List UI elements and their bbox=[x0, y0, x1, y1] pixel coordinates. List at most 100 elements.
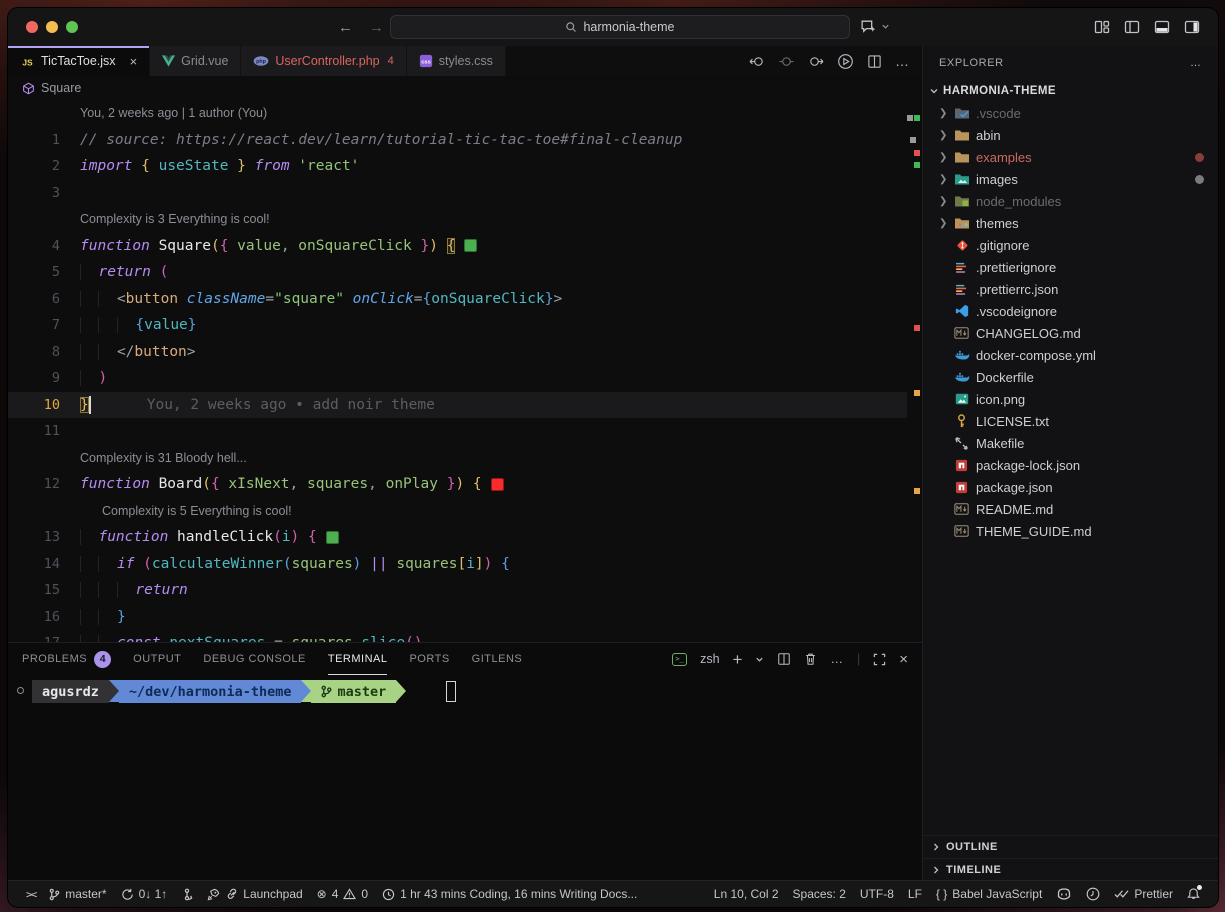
copilot-menu-button[interactable] bbox=[860, 18, 890, 35]
customize-layout-icon[interactable] bbox=[1094, 19, 1110, 35]
git-branch-status[interactable]: master* bbox=[42, 881, 113, 907]
file-tree-item-node_modules[interactable]: ❯node_modules bbox=[923, 190, 1218, 212]
breadcrumb[interactable]: Square bbox=[8, 76, 922, 100]
file-tree-item-CHANGELOG.md[interactable]: CHANGELOG.md bbox=[923, 322, 1218, 344]
file-tree-item-images[interactable]: ❯images bbox=[923, 168, 1218, 190]
copilot-status[interactable] bbox=[1049, 881, 1079, 907]
terminal-dropdown-icon[interactable] bbox=[755, 655, 764, 664]
close-tab-icon[interactable]: × bbox=[130, 54, 138, 69]
file-tree-item-LICENSE.txt[interactable]: LICENSE.txt bbox=[923, 410, 1218, 432]
panel-tab-gitlens[interactable]: GITLENS bbox=[472, 643, 523, 675]
command-center-search[interactable]: harmonia-theme bbox=[390, 15, 850, 39]
notifications-status[interactable] bbox=[1180, 881, 1207, 907]
code-line[interactable]: 5 return ( bbox=[8, 259, 907, 286]
minimize-window-button[interactable] bbox=[46, 21, 58, 33]
code-line[interactable]: 6 <button className="square" onClick={on… bbox=[8, 286, 907, 313]
file-tree-item-docker-compose.yml[interactable]: docker-compose.yml bbox=[923, 344, 1218, 366]
file-tree-item-package-lock.json[interactable]: package-lock.json bbox=[923, 454, 1218, 476]
file-tree-item-icon.png[interactable]: icon.png bbox=[923, 388, 1218, 410]
codelens-row[interactable]: Complexity is 31 Bloody hell... bbox=[8, 445, 907, 472]
prev-change-icon[interactable] bbox=[749, 54, 766, 69]
file-tree-item-Makefile[interactable]: Makefile bbox=[923, 432, 1218, 454]
kill-terminal-icon[interactable] bbox=[804, 652, 817, 666]
panel-tab-problems[interactable]: PROBLEMS4 bbox=[22, 643, 111, 675]
file-tree-item-.vscode[interactable]: ❯.vscode bbox=[923, 102, 1218, 124]
language-mode-status[interactable]: { }Babel JavaScript bbox=[929, 881, 1049, 907]
new-terminal-icon[interactable]: + bbox=[733, 651, 743, 668]
remote-indicator[interactable]: >< bbox=[19, 881, 42, 907]
overview-ruler[interactable] bbox=[907, 100, 922, 642]
explorer-section-timeline[interactable]: TIMELINE bbox=[923, 858, 1218, 880]
code-editor[interactable]: You, 2 weeks ago | 1 author (You)1// sou… bbox=[8, 100, 922, 642]
toggle-primary-sidebar-icon[interactable] bbox=[1124, 19, 1140, 35]
problems-status[interactable]: ⊗4 0 bbox=[310, 881, 375, 907]
screencast-status[interactable] bbox=[1079, 881, 1107, 907]
close-window-button[interactable] bbox=[26, 21, 38, 33]
command-decoration-icon[interactable] bbox=[17, 687, 24, 694]
code-line[interactable]: 17 const nextSquares = squares.slice() bbox=[8, 630, 907, 642]
file-tree-item-THEME_GUIDE.md[interactable]: THEME_GUIDE.md bbox=[923, 520, 1218, 542]
gitlens-status[interactable] bbox=[174, 881, 200, 907]
file-tree-item-.prettierrc.json[interactable]: .prettierrc.json bbox=[923, 278, 1218, 300]
code-line[interactable]: 7 {value} bbox=[8, 312, 907, 339]
toggle-panel-icon[interactable] bbox=[1154, 19, 1170, 35]
code-line[interactable]: 15 return bbox=[8, 577, 907, 604]
file-tree-item-.vscodeignore[interactable]: .vscodeignore bbox=[923, 300, 1218, 322]
code-line[interactable]: 4function Square({ value, onSquareClick … bbox=[8, 233, 907, 260]
toggle-secondary-sidebar-icon[interactable] bbox=[1184, 19, 1200, 35]
code-line[interactable]: 9 ) bbox=[8, 365, 907, 392]
close-panel-icon[interactable]: × bbox=[899, 651, 908, 668]
file-tree-item-package.json[interactable]: package.json bbox=[923, 476, 1218, 498]
terminal[interactable]: agusrdz ~/dev/harmonia-theme master bbox=[8, 675, 922, 880]
maximize-panel-icon[interactable] bbox=[873, 653, 886, 666]
code-line[interactable]: 8 </button> bbox=[8, 339, 907, 366]
editor-more-actions-icon[interactable]: … bbox=[895, 53, 910, 69]
file-tree-item-themes[interactable]: ❯themes bbox=[923, 212, 1218, 234]
next-change-icon[interactable] bbox=[807, 54, 824, 69]
panel-tab-ports[interactable]: PORTS bbox=[409, 643, 449, 675]
history-back-button[interactable]: ← bbox=[338, 19, 353, 36]
code-line[interactable]: 10}You, 2 weeks ago • add noir theme bbox=[8, 392, 907, 419]
indentation-status[interactable]: Spaces: 2 bbox=[786, 881, 853, 907]
panel-more-actions-icon[interactable]: … bbox=[830, 652, 844, 666]
split-terminal-icon[interactable] bbox=[777, 652, 791, 666]
run-file-icon[interactable] bbox=[837, 53, 854, 70]
panel-tab-terminal[interactable]: TERMINAL bbox=[328, 643, 388, 675]
file-tree-item-.gitignore[interactable]: .gitignore bbox=[923, 234, 1218, 256]
file-tree-item-README.md[interactable]: README.md bbox=[923, 498, 1218, 520]
code-line[interactable]: 12function Board({ xIsNext, squares, onP… bbox=[8, 471, 907, 498]
code-line[interactable]: 14 if (calculateWinner(squares) || squar… bbox=[8, 551, 907, 578]
editor-tab-styles.css[interactable]: cssstyles.css bbox=[407, 46, 506, 76]
split-editor-icon[interactable] bbox=[867, 54, 882, 69]
file-tree-item-abin[interactable]: ❯abin bbox=[923, 124, 1218, 146]
cursor-position-status[interactable]: Ln 10, Col 2 bbox=[707, 881, 786, 907]
code-line[interactable]: 16 } bbox=[8, 604, 907, 631]
launchpad-status[interactable]: Launchpad bbox=[200, 881, 309, 907]
current-change-icon[interactable] bbox=[779, 54, 794, 69]
codelens-row[interactable]: You, 2 weeks ago | 1 author (You) bbox=[8, 100, 907, 127]
explorer-more-actions-icon[interactable]: … bbox=[1190, 57, 1202, 69]
codelens-row[interactable]: Complexity is 3 Everything is cool! bbox=[8, 206, 907, 233]
formatter-status[interactable]: Prettier bbox=[1107, 881, 1180, 907]
file-tree-item-examples[interactable]: ❯examples bbox=[923, 146, 1218, 168]
editor-tab-Grid.vue[interactable]: Grid.vue bbox=[150, 46, 241, 76]
file-tree-item-.prettierignore[interactable]: .prettierignore bbox=[923, 256, 1218, 278]
code-line[interactable]: 1// source: https://react.dev/learn/tuto… bbox=[8, 127, 907, 154]
codelens-row[interactable]: Complexity is 5 Everything is cool! bbox=[8, 498, 907, 525]
time-tracking-status[interactable]: 1 hr 43 mins Coding, 16 mins Writing Doc… bbox=[375, 881, 644, 907]
file-tree-item-Dockerfile[interactable]: Dockerfile bbox=[923, 366, 1218, 388]
terminal-shell-label[interactable]: zsh bbox=[700, 652, 719, 666]
panel-tab-output[interactable]: OUTPUT bbox=[133, 643, 181, 675]
panel-tab-debug-console[interactable]: DEBUG CONSOLE bbox=[203, 643, 305, 675]
zoom-window-button[interactable] bbox=[66, 21, 78, 33]
code-line[interactable]: 3 bbox=[8, 180, 907, 207]
history-forward-button[interactable]: → bbox=[369, 19, 384, 36]
encoding-status[interactable]: UTF-8 bbox=[853, 881, 901, 907]
code-line[interactable]: 11 bbox=[8, 418, 907, 445]
explorer-section-harmonia-theme[interactable]: HARMONIA-THEME bbox=[923, 80, 1218, 102]
editor-tab-TicTacToe.jsx[interactable]: JSTicTacToe.jsx× bbox=[8, 46, 150, 76]
explorer-section-outline[interactable]: OUTLINE bbox=[923, 836, 1218, 858]
editor-tab-UserController.php[interactable]: phpUserController.php4 bbox=[241, 46, 406, 76]
code-line[interactable]: 2import { useState } from 'react' bbox=[8, 153, 907, 180]
eol-status[interactable]: LF bbox=[901, 881, 929, 907]
